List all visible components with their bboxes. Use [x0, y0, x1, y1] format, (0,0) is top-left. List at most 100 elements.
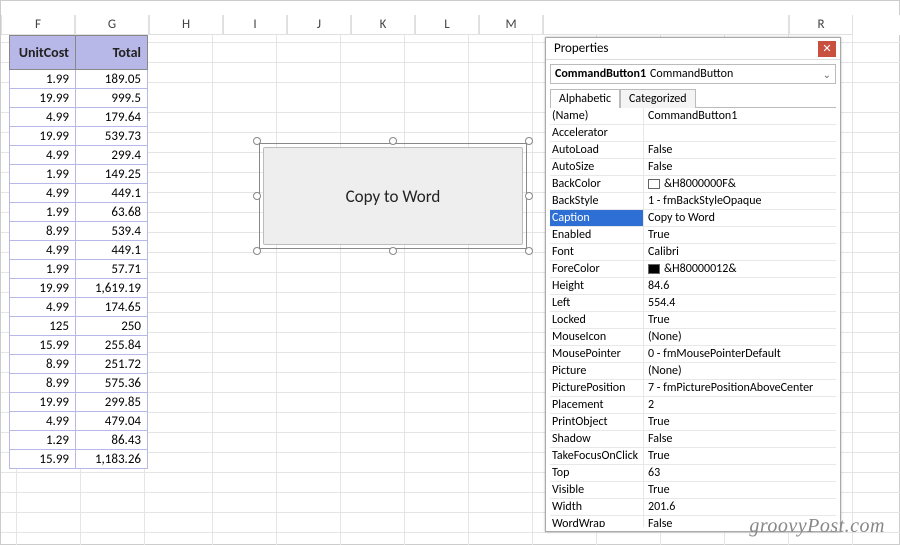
property-row[interactable]: ForeColor&H80000012& — [550, 261, 836, 278]
property-row[interactable]: MouseIcon(None) — [550, 329, 836, 346]
resize-handle-bm[interactable] — [389, 247, 397, 255]
cell-total[interactable]: 86.43 — [76, 431, 148, 450]
table-row[interactable]: 15.99255.84 — [10, 336, 148, 355]
property-value[interactable]: (None) — [644, 329, 836, 345]
cell-total[interactable]: 57.71 — [76, 260, 148, 279]
col-header-I[interactable]: I — [223, 15, 287, 35]
property-row[interactable]: BackColor&H8000000F& — [550, 176, 836, 193]
cell-total[interactable]: 174.65 — [76, 298, 148, 317]
property-row[interactable]: Left554.4 — [550, 295, 836, 312]
table-row[interactable]: 1.9957.71 — [10, 260, 148, 279]
table-row[interactable]: 1.99189.05 — [10, 70, 148, 89]
properties-titlebar[interactable]: Properties ✕ — [546, 38, 840, 60]
col-header-G[interactable]: G — [75, 15, 149, 35]
cell-unitcost[interactable]: 4.99 — [10, 108, 76, 127]
cell-total[interactable]: 479.04 — [76, 412, 148, 431]
property-value[interactable]: (None) — [644, 363, 836, 379]
property-value[interactable]: Copy to Word — [644, 210, 836, 226]
table-row[interactable]: 4.99449.1 — [10, 184, 148, 203]
property-value[interactable]: 63 — [644, 465, 836, 481]
property-row[interactable]: FontCalibri — [550, 244, 836, 261]
cell-unitcost[interactable]: 1.99 — [10, 260, 76, 279]
cell-unitcost[interactable]: 19.99 — [10, 393, 76, 412]
cell-total[interactable]: 1,619.19 — [76, 279, 148, 298]
property-row[interactable]: TakeFocusOnClickTrue — [550, 448, 836, 465]
cell-unitcost[interactable]: 15.99 — [10, 450, 76, 469]
property-row[interactable]: EnabledTrue — [550, 227, 836, 244]
cell-total[interactable]: 255.84 — [76, 336, 148, 355]
property-row[interactable]: AutoSizeFalse — [550, 159, 836, 176]
command-button-object[interactable]: Copy to Word — [253, 137, 533, 255]
col-header-F[interactable]: F — [1, 15, 75, 35]
property-value[interactable]: CommandButton1 — [644, 108, 836, 124]
property-row[interactable]: AutoLoadFalse — [550, 142, 836, 159]
table-row[interactable]: 4.99179.64 — [10, 108, 148, 127]
property-value[interactable]: True — [644, 227, 836, 243]
property-value[interactable]: 554.4 — [644, 295, 836, 311]
cell-unitcost[interactable]: 19.99 — [10, 127, 76, 146]
cell-total[interactable]: 449.1 — [76, 184, 148, 203]
cell-unitcost[interactable]: 19.99 — [10, 89, 76, 108]
property-value[interactable]: True — [644, 482, 836, 498]
cell-total[interactable]: 189.05 — [76, 70, 148, 89]
cell-unitcost[interactable]: 4.99 — [10, 412, 76, 431]
property-value[interactable]: &H8000000F& — [644, 176, 836, 192]
property-value[interactable]: 1 - fmBackStyleOpaque — [644, 193, 836, 209]
property-value[interactable]: False — [644, 142, 836, 158]
header-total[interactable]: Total — [76, 36, 148, 70]
property-row[interactable]: Picture(None) — [550, 363, 836, 380]
table-row[interactable]: 4.99479.04 — [10, 412, 148, 431]
table-row[interactable]: 15.991,183.26 — [10, 450, 148, 469]
col-header-J[interactable]: J — [287, 15, 351, 35]
resize-handle-tm[interactable] — [389, 137, 397, 145]
cell-unitcost[interactable]: 1.99 — [10, 203, 76, 222]
cell-unitcost[interactable]: 4.99 — [10, 184, 76, 203]
property-value[interactable]: 2 — [644, 397, 836, 413]
cell-total[interactable]: 575.36 — [76, 374, 148, 393]
table-row[interactable]: 4.99449.1 — [10, 241, 148, 260]
cell-total[interactable]: 250 — [76, 317, 148, 336]
property-row[interactable]: MousePointer0 - fmMousePointerDefault — [550, 346, 836, 363]
property-value[interactable]: &H80000012& — [644, 261, 836, 277]
table-row[interactable]: 19.99299.85 — [10, 393, 148, 412]
property-value[interactable]: False — [644, 159, 836, 175]
cell-total[interactable]: 539.73 — [76, 127, 148, 146]
resize-handle-tr[interactable] — [525, 137, 533, 145]
col-header-N-hidden[interactable] — [543, 15, 789, 35]
cell-unitcost[interactable]: 1.29 — [10, 431, 76, 450]
cell-unitcost[interactable]: 15.99 — [10, 336, 76, 355]
cell-unitcost[interactable]: 8.99 — [10, 355, 76, 374]
cell-total[interactable]: 449.1 — [76, 241, 148, 260]
cell-unitcost[interactable]: 4.99 — [10, 146, 76, 165]
property-value[interactable]: 201.6 — [644, 499, 836, 515]
resize-handle-br[interactable] — [525, 247, 533, 255]
property-row[interactable]: BackStyle1 - fmBackStyleOpaque — [550, 193, 836, 210]
cell-unitcost[interactable]: 4.99 — [10, 298, 76, 317]
table-row[interactable]: 125250 — [10, 317, 148, 336]
property-value[interactable] — [644, 125, 836, 141]
cell-total[interactable]: 251.72 — [76, 355, 148, 374]
col-header-R[interactable]: R — [789, 15, 853, 35]
cell-unitcost[interactable]: 125 — [10, 317, 76, 336]
table-row[interactable]: 19.99539.73 — [10, 127, 148, 146]
table-row[interactable]: 1.9963.68 — [10, 203, 148, 222]
property-row[interactable]: Height84.6 — [550, 278, 836, 295]
resize-handle-mr[interactable] — [525, 192, 533, 200]
cell-unitcost[interactable]: 1.99 — [10, 165, 76, 184]
property-value[interactable]: True — [644, 448, 836, 464]
resize-handle-tl[interactable] — [253, 137, 261, 145]
resize-handle-ml[interactable] — [253, 192, 261, 200]
cell-total[interactable]: 999.5 — [76, 89, 148, 108]
properties-grid[interactable]: (Name)CommandButton1AcceleratorAutoLoadF… — [550, 107, 836, 527]
table-row[interactable]: 8.99251.72 — [10, 355, 148, 374]
col-header-L[interactable]: L — [415, 15, 479, 35]
property-row[interactable]: CaptionCopy to Word — [550, 210, 836, 227]
property-value[interactable]: True — [644, 312, 836, 328]
table-row[interactable]: 8.99575.36 — [10, 374, 148, 393]
cell-total[interactable]: 149.25 — [76, 165, 148, 184]
table-row[interactable]: 19.991,619.19 — [10, 279, 148, 298]
property-value[interactable]: 0 - fmMousePointerDefault — [644, 346, 836, 362]
cell-unitcost[interactable]: 19.99 — [10, 279, 76, 298]
property-row[interactable]: Top63 — [550, 465, 836, 482]
col-header-K[interactable]: K — [351, 15, 415, 35]
